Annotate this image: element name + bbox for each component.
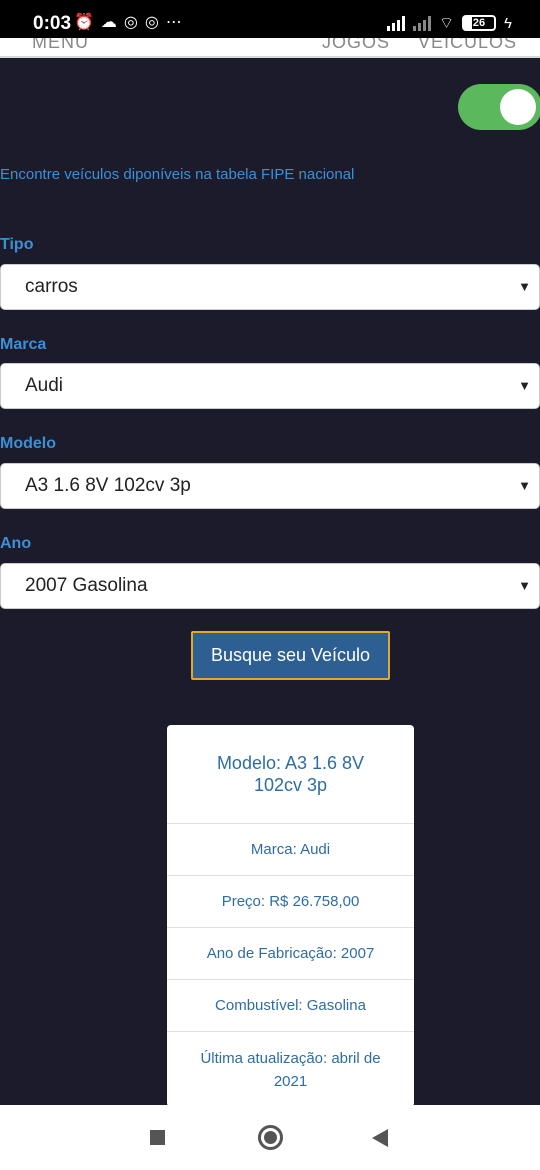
dropdown-arrow-icon: ▼ bbox=[518, 378, 531, 393]
back-icon[interactable] bbox=[372, 1129, 388, 1147]
toggle-knob bbox=[500, 89, 536, 125]
signal-icon bbox=[387, 15, 405, 31]
result-modelo: Modelo: A3 1.6 8V 102cv 3p bbox=[167, 725, 414, 824]
top-navigation: MENU JOGOS VEÍCULOS bbox=[0, 38, 540, 58]
status-system-icons: ⌔ 26 ϟ bbox=[387, 13, 512, 33]
battery-level: 26 bbox=[472, 17, 486, 29]
nav-menu[interactable]: MENU bbox=[32, 38, 89, 53]
result-ultima-atualizacao: Última atualização: abril de 2021 bbox=[200, 1050, 381, 1090]
nav-jogos[interactable]: JOGOS bbox=[322, 38, 390, 53]
status-time: 0:03 bbox=[33, 13, 72, 34]
alarm-icon: ⏰ bbox=[74, 14, 94, 31]
theme-toggle[interactable] bbox=[458, 84, 540, 130]
charging-icon: ϟ bbox=[504, 14, 512, 32]
cloud-icon: ☁ bbox=[100, 14, 117, 31]
app-notification-icon: ◎ bbox=[123, 14, 138, 31]
marca-value: Audi bbox=[25, 375, 64, 396]
dropdown-arrow-icon: ▼ bbox=[518, 578, 531, 593]
marca-label: Marca bbox=[0, 336, 47, 353]
app-notification-icon: ◎ bbox=[144, 14, 159, 31]
ano-label: Ano bbox=[0, 535, 32, 552]
tipo-value: carros bbox=[25, 276, 78, 297]
result-card: Modelo: A3 1.6 8V 102cv 3p Marca: Audi P… bbox=[167, 725, 414, 1107]
home-icon[interactable] bbox=[258, 1125, 283, 1150]
result-preco: Preço: R$ 26.758,00 bbox=[167, 876, 414, 928]
ano-value: 2007 Gasolina bbox=[25, 575, 148, 596]
system-navigation-bar bbox=[0, 1105, 540, 1170]
more-notifications-icon: ⋯ bbox=[165, 14, 182, 31]
recent-apps-icon[interactable] bbox=[150, 1130, 165, 1145]
tipo-label: Tipo bbox=[0, 236, 34, 253]
signal-secondary-icon bbox=[413, 15, 431, 31]
nav-veiculos[interactable]: VEÍCULOS bbox=[418, 38, 517, 53]
modelo-select[interactable]: A3 1.6 8V 102cv 3p ▼ bbox=[0, 463, 540, 509]
dropdown-arrow-icon: ▼ bbox=[518, 478, 531, 493]
page-subtitle: Encontre veículos diponíveis na tabela F… bbox=[0, 166, 355, 183]
dropdown-arrow-icon: ▼ bbox=[518, 279, 531, 294]
result-marca: Marca: Audi bbox=[167, 824, 414, 876]
result-combustivel: Combustível: Gasolina bbox=[167, 980, 414, 1032]
status-notification-icons: ⏰ ☁ ◎ ◎ ⋯ bbox=[74, 13, 182, 33]
wifi-icon: ⌔ bbox=[439, 15, 455, 32]
result-ano-fabricacao: Ano de Fabricação: 2007 bbox=[167, 928, 414, 980]
modelo-label: Modelo bbox=[0, 435, 56, 452]
search-vehicle-button[interactable]: Busque seu Veículo bbox=[191, 631, 390, 680]
modelo-value: A3 1.6 8V 102cv 3p bbox=[25, 475, 191, 496]
tipo-select[interactable]: carros ▼ bbox=[0, 264, 540, 310]
marca-select[interactable]: Audi ▼ bbox=[0, 363, 540, 409]
ano-select[interactable]: 2007 Gasolina ▼ bbox=[0, 563, 540, 609]
battery-icon: 26 bbox=[462, 15, 497, 31]
